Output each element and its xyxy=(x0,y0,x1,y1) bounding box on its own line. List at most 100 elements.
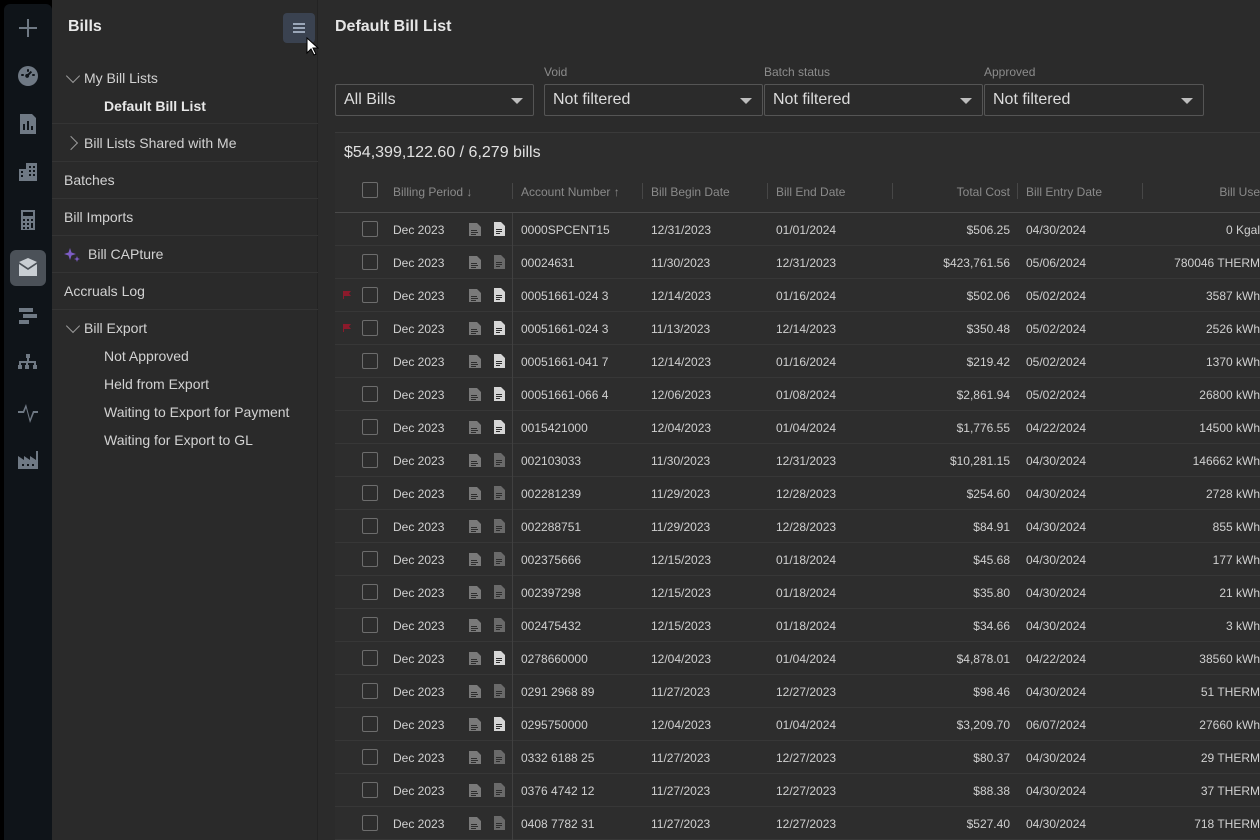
sidebar-item-batches[interactable]: Batches xyxy=(52,172,318,192)
bill-image-icon[interactable] xyxy=(467,815,483,831)
row-checkbox[interactable] xyxy=(362,716,378,732)
col-billing-period[interactable]: Billing Period ↓ xyxy=(393,185,472,199)
table-row[interactable]: Dec 2023 0015421000 12/04/2023 01/04/2024 $1… xyxy=(335,411,1260,444)
cell-account-number[interactable]: 002103033 xyxy=(521,454,581,468)
bill-image-icon[interactable] xyxy=(467,551,483,567)
row-checkbox[interactable] xyxy=(362,584,378,600)
sidebar-item-waiting-gl[interactable]: Waiting for Export to GL xyxy=(52,432,318,452)
col-bill-entry-date[interactable]: Bill Entry Date xyxy=(1026,185,1102,199)
row-checkbox[interactable] xyxy=(362,221,378,237)
bill-image-icon[interactable] xyxy=(467,452,483,468)
bill-image-icon[interactable] xyxy=(467,485,483,501)
pdf-document-icon[interactable] xyxy=(491,287,507,303)
bill-image-icon[interactable] xyxy=(467,287,483,303)
row-checkbox[interactable] xyxy=(362,551,378,567)
table-row[interactable]: Dec 2023 002475432 12/15/2023 01/18/2024 $34… xyxy=(335,609,1260,642)
cell-account-number[interactable]: 00051661-024 3 xyxy=(521,289,608,303)
pdf-document-icon[interactable] xyxy=(491,749,507,765)
table-row[interactable]: Dec 2023 0000SPCENT15 12/31/2023 01/01/2024… xyxy=(335,213,1260,246)
table-row[interactable]: Dec 2023 00051661-024 3 11/13/2023 12/14/20… xyxy=(335,312,1260,345)
cell-account-number[interactable]: 002375666 xyxy=(521,553,581,567)
sidebar-item-accruals-log[interactable]: Accruals Log xyxy=(52,283,318,303)
row-checkbox[interactable] xyxy=(362,485,378,501)
row-checkbox[interactable] xyxy=(362,650,378,666)
row-checkbox[interactable] xyxy=(362,749,378,765)
bill-image-icon[interactable] xyxy=(467,353,483,369)
table-row[interactable]: Dec 2023 0291 2968 89 11/27/2023 12/27/2023… xyxy=(335,675,1260,708)
cell-account-number[interactable]: 0332 6188 25 xyxy=(521,751,594,765)
pdf-document-icon[interactable] xyxy=(491,584,507,600)
table-row[interactable]: Dec 2023 00024631 11/30/2023 12/31/2023 $423… xyxy=(335,246,1260,279)
hierarchy-icon[interactable] xyxy=(10,346,46,382)
sidebar-item-default-bill-list[interactable]: Default Bill List xyxy=(52,98,318,118)
row-checkbox[interactable] xyxy=(362,782,378,798)
cell-account-number[interactable]: 0291 2968 89 xyxy=(521,685,594,699)
bill-image-icon[interactable] xyxy=(467,386,483,402)
pdf-document-icon[interactable] xyxy=(491,320,507,336)
row-checkbox[interactable] xyxy=(362,683,378,699)
col-bill-begin-date[interactable]: Bill Begin Date xyxy=(651,185,730,199)
col-bill-end-date[interactable]: Bill End Date xyxy=(776,185,845,199)
cell-account-number[interactable]: 002475432 xyxy=(521,619,581,633)
void-filter-select[interactable]: Not filtered xyxy=(544,84,763,116)
cell-account-number[interactable]: 0376 4742 12 xyxy=(521,784,594,798)
cell-account-number[interactable]: 0015421000 xyxy=(521,421,588,435)
pdf-document-icon[interactable] xyxy=(491,353,507,369)
pdf-document-icon[interactable] xyxy=(491,419,507,435)
factory-icon[interactable] xyxy=(10,442,46,478)
pdf-document-icon[interactable] xyxy=(491,650,507,666)
row-checkbox[interactable] xyxy=(362,254,378,270)
pdf-document-icon[interactable] xyxy=(491,485,507,501)
select-all-checkbox[interactable] xyxy=(362,182,378,198)
row-checkbox[interactable] xyxy=(362,287,378,303)
cell-account-number[interactable]: 00051661-041 7 xyxy=(521,355,608,369)
table-row[interactable]: Dec 2023 002288751 11/29/2023 12/28/2023 $84… xyxy=(335,510,1260,543)
bill-image-icon[interactable] xyxy=(467,584,483,600)
bill-image-icon[interactable] xyxy=(467,419,483,435)
table-row[interactable]: Dec 2023 00051661-041 7 12/14/2023 01/16/20… xyxy=(335,345,1260,378)
cell-account-number[interactable]: 002281239 xyxy=(521,487,581,501)
table-row[interactable]: Dec 2023 002397298 12/15/2023 01/18/2024 $35… xyxy=(335,576,1260,609)
bill-image-icon[interactable] xyxy=(467,650,483,666)
pdf-document-icon[interactable] xyxy=(491,551,507,567)
row-checkbox[interactable] xyxy=(362,617,378,633)
add-icon[interactable] xyxy=(10,10,46,46)
table-row[interactable]: Dec 2023 002103033 11/30/2023 12/31/2023 $10… xyxy=(335,444,1260,477)
sidebar-item-shared-lists[interactable]: Bill Lists Shared with Me xyxy=(52,135,318,155)
col-total-cost[interactable]: Total Cost xyxy=(901,185,1010,199)
sidebar-item-bill-capture[interactable]: Bill CAPture xyxy=(52,246,318,266)
row-checkbox[interactable] xyxy=(362,815,378,831)
bill-image-icon[interactable] xyxy=(467,320,483,336)
col-account-number[interactable]: Account Number ↑ xyxy=(521,185,620,199)
table-row[interactable]: Dec 2023 00051661-024 3 12/14/2023 01/16/20… xyxy=(335,279,1260,312)
reports-chart-icon[interactable] xyxy=(10,106,46,142)
table-row[interactable]: Dec 2023 0376 4742 12 11/27/2023 12/27/2023… xyxy=(335,774,1260,807)
pdf-document-icon[interactable] xyxy=(491,254,507,270)
pdf-document-icon[interactable] xyxy=(491,716,507,732)
row-checkbox[interactable] xyxy=(362,386,378,402)
sidebar-item-not-approved[interactable]: Not Approved xyxy=(52,348,318,368)
bills-envelope-icon[interactable] xyxy=(10,250,46,286)
pdf-document-icon[interactable] xyxy=(491,452,507,468)
buildings-icon[interactable] xyxy=(10,154,46,190)
row-checkbox[interactable] xyxy=(362,518,378,534)
table-row[interactable]: Dec 2023 0278660000 12/04/2023 01/04/2024 $4… xyxy=(335,642,1260,675)
row-checkbox[interactable] xyxy=(362,320,378,336)
bill-image-icon[interactable] xyxy=(467,221,483,237)
row-checkbox[interactable] xyxy=(362,353,378,369)
table-row[interactable]: Dec 2023 0408 7782 31 11/27/2023 12/27/2023… xyxy=(335,807,1260,840)
cell-account-number[interactable]: 0000SPCENT15 xyxy=(521,223,610,237)
bill-image-icon[interactable] xyxy=(467,782,483,798)
approved-filter-select[interactable]: Not filtered xyxy=(984,84,1204,116)
pdf-document-icon[interactable] xyxy=(491,683,507,699)
sidebar-item-waiting-payment[interactable]: Waiting to Export for Payment xyxy=(52,404,318,424)
cell-account-number[interactable]: 00051661-024 3 xyxy=(521,322,608,336)
batch-status-select[interactable]: Not filtered xyxy=(764,84,983,116)
sidebar-item-my-bill-lists[interactable]: My Bill Lists xyxy=(52,68,318,90)
pdf-document-icon[interactable] xyxy=(491,617,507,633)
table-row[interactable]: Dec 2023 0295750000 12/04/2023 01/04/2024 $3… xyxy=(335,708,1260,741)
bill-image-icon[interactable] xyxy=(467,716,483,732)
table-row[interactable]: Dec 2023 0332 6188 25 11/27/2023 12/27/2023… xyxy=(335,741,1260,774)
bill-image-icon[interactable] xyxy=(467,683,483,699)
activity-pulse-icon[interactable] xyxy=(10,394,46,430)
